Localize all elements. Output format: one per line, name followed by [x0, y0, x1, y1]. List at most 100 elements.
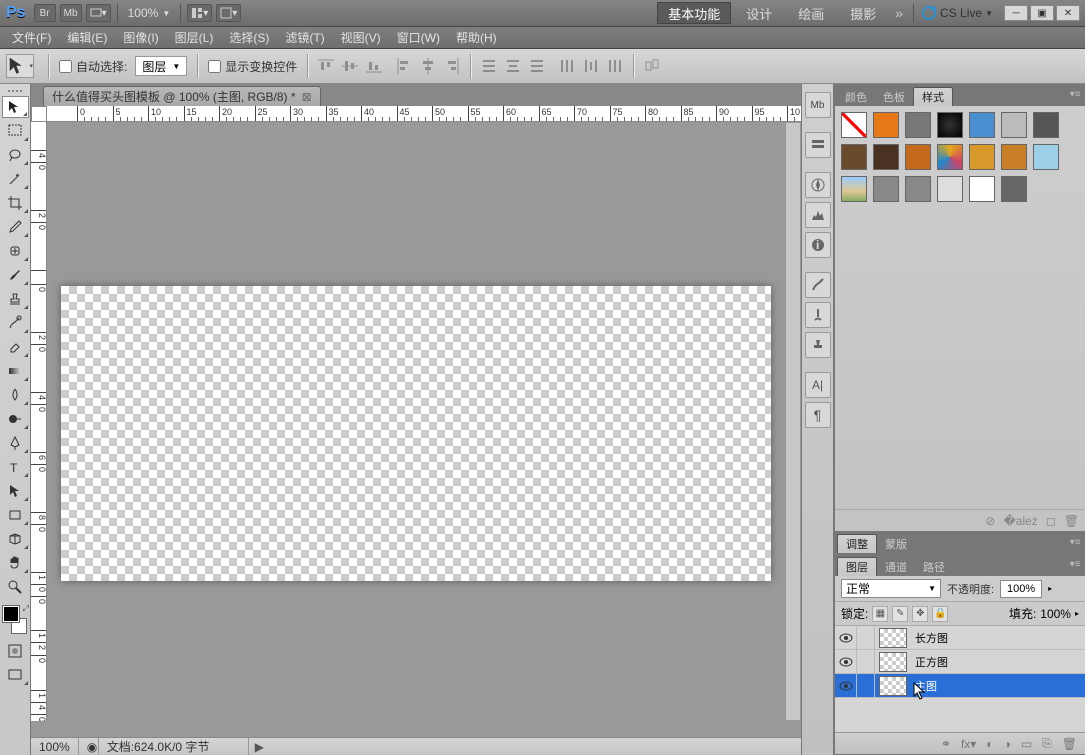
path-select-tool[interactable] [2, 480, 29, 502]
style-swatch[interactable] [969, 144, 995, 170]
delete-layer-icon[interactable]: 🗑 [1062, 737, 1077, 751]
window-min[interactable]: ─ [1004, 5, 1028, 21]
status-menu[interactable]: ▶ [249, 740, 270, 754]
document-tab[interactable]: 什么值得买头图模板 @ 100% (主图, RGB/8) *⊠ [43, 86, 321, 106]
style-swatch[interactable] [873, 144, 899, 170]
panel-menu-icon[interactable]: ▾≡ [1067, 557, 1083, 571]
fill-field[interactable]: 100% [1040, 607, 1071, 621]
menu-filter[interactable]: 滤镜(T) [277, 27, 332, 48]
shape-tool[interactable] [2, 504, 29, 526]
brushpreset-panel-icon[interactable] [805, 302, 831, 328]
marquee-tool[interactable] [2, 120, 29, 142]
tab-adjust[interactable]: 调整 [837, 534, 877, 553]
current-tool-icon[interactable]: ▾ [6, 54, 34, 78]
style-swatch[interactable] [1001, 112, 1027, 138]
eraser-tool[interactable] [2, 336, 29, 358]
workspace-design[interactable]: 设计 [735, 2, 783, 24]
align-left[interactable] [393, 55, 415, 77]
type-tool[interactable]: T [2, 456, 29, 478]
pen-tool[interactable] [2, 432, 29, 454]
align-top[interactable] [315, 55, 337, 77]
dist-top[interactable] [478, 55, 500, 77]
document-viewport[interactable]: 0510152025303540455055606570758085909510… [31, 106, 801, 737]
status-doc[interactable]: 文档:624.0K/0 字节 [99, 738, 249, 755]
histogram-panel-icon[interactable] [805, 202, 831, 228]
panel-menu-icon[interactable]: ▾≡ [1067, 535, 1083, 549]
color-swatches[interactable]: ⤢ [1, 604, 29, 636]
align-right[interactable] [441, 55, 463, 77]
brush-panel-icon[interactable] [805, 272, 831, 298]
align-bottom[interactable] [363, 55, 385, 77]
gradient-tool[interactable] [2, 360, 29, 382]
workspace-essentials[interactable]: 基本功能 [657, 2, 731, 24]
group-icon[interactable]: ▭ [1021, 737, 1032, 751]
new-layer-icon[interactable]: ⎘ [1042, 736, 1052, 751]
mask-icon[interactable]: ◐ [986, 737, 993, 751]
style-swatch[interactable] [1033, 144, 1059, 170]
style-swatch[interactable] [1001, 144, 1027, 170]
dist-bottom[interactable] [526, 55, 548, 77]
dodge-tool[interactable] [2, 408, 29, 430]
workspace-photo[interactable]: 摄影 [839, 2, 887, 24]
lasso-tool[interactable] [2, 144, 29, 166]
style-swatch[interactable] [937, 112, 963, 138]
new-style-icon[interactable]: ◻ [1046, 514, 1056, 528]
crop-tool[interactable] [2, 192, 29, 214]
style-swatch[interactable] [1033, 112, 1059, 138]
navigator-panel-icon[interactable] [805, 172, 831, 198]
history-brush-tool[interactable] [2, 312, 29, 334]
history-panel-icon[interactable] [805, 132, 831, 158]
style-swatch[interactable] [937, 144, 963, 170]
ruler-vertical[interactable]: 4020020406080100120140 [31, 122, 47, 721]
style-swatch[interactable] [969, 112, 995, 138]
layer-row[interactable]: 长方图 [835, 626, 1085, 650]
blur-tool[interactable] [2, 384, 29, 406]
dist-hcenter[interactable] [580, 55, 602, 77]
window-close[interactable]: ✕ [1056, 5, 1080, 21]
tab-swatches[interactable]: 色板 [875, 87, 913, 106]
menu-window[interactable]: 窗口(W) [389, 27, 448, 48]
clone-panel-icon[interactable] [805, 332, 831, 358]
style-swatch[interactable] [937, 176, 963, 202]
no-style-icon[interactable]: ⊘ [985, 514, 995, 528]
screenmode-tool[interactable] [2, 664, 29, 686]
menu-view[interactable]: 视图(V) [333, 27, 389, 48]
tab-layers[interactable]: 图层 [837, 557, 877, 576]
auto-align[interactable] [641, 55, 663, 77]
visibility-icon[interactable] [835, 650, 857, 673]
v-scrollbar[interactable] [785, 122, 801, 721]
style-swatch[interactable] [873, 176, 899, 202]
style-swatch[interactable] [969, 176, 995, 202]
menu-select[interactable]: 选择(S) [221, 27, 277, 48]
auto-select-target[interactable]: 图层▼ [135, 56, 187, 76]
style-swatch[interactable] [905, 176, 931, 202]
quickmask-tool[interactable] [2, 640, 29, 662]
tab-styles[interactable]: 样式 [913, 87, 953, 106]
adj-layer-icon[interactable]: ◑ [1004, 737, 1011, 751]
layer-row[interactable]: 主图 [835, 674, 1085, 698]
hand-tool[interactable] [2, 552, 29, 574]
bridge-button[interactable]: Br [34, 4, 56, 22]
stamp-tool[interactable] [2, 288, 29, 310]
visibility-icon[interactable] [835, 674, 857, 697]
layer-row[interactable]: 正方图 [835, 650, 1085, 674]
dist-right[interactable] [604, 55, 626, 77]
delete-style-icon[interactable]: 🗑 [1064, 514, 1079, 528]
lock-trans-icon[interactable]: ▦ [872, 606, 888, 622]
style-swatch[interactable] [1001, 176, 1027, 202]
move-tool[interactable] [2, 96, 29, 118]
paragraph-panel-icon[interactable]: ¶ [805, 402, 831, 428]
lock-paint-icon[interactable]: ✎ [892, 606, 908, 622]
3d-tool[interactable] [2, 528, 29, 550]
arrange-docs-button[interactable]: ▾ [187, 4, 212, 22]
align-vcenter[interactable] [339, 55, 361, 77]
new-style-icon[interactable]: �ależ [1003, 514, 1037, 528]
align-hcenter[interactable] [417, 55, 439, 77]
info-panel-icon[interactable]: i [805, 232, 831, 258]
menu-edit[interactable]: 编辑(E) [59, 27, 115, 48]
style-swatch[interactable] [841, 144, 867, 170]
minibridge-button[interactable]: Mb [60, 4, 82, 22]
workspace-more[interactable]: » [889, 5, 909, 21]
menu-file[interactable]: 文件(F) [4, 27, 59, 48]
status-zoom[interactable]: 100% [31, 738, 79, 755]
